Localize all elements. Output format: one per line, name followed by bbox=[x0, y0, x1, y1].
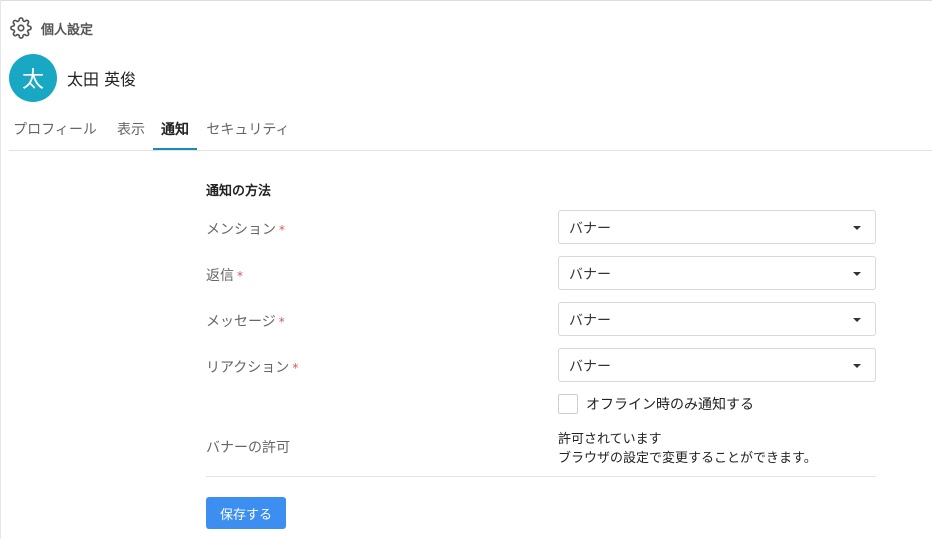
offline-only-label: オフライン時のみ通知する bbox=[586, 397, 754, 413]
save-button[interactable]: 保存する bbox=[206, 497, 286, 529]
message-select[interactable]: バナー bbox=[558, 302, 876, 336]
required-mark: * bbox=[278, 315, 285, 329]
reply-label-text: 返信 bbox=[206, 268, 234, 284]
required-mark: * bbox=[237, 269, 243, 283]
message-label: メッセージ * bbox=[206, 311, 285, 331]
required-mark: * bbox=[279, 223, 285, 237]
reply-select-value: バナー bbox=[569, 267, 611, 283]
page-title: 個人設定 bbox=[41, 22, 94, 38]
chevron-down-icon bbox=[853, 226, 861, 230]
chevron-down-icon bbox=[853, 364, 861, 368]
page-header: 個人設定 bbox=[10, 17, 93, 39]
mention-select-value: バナー bbox=[569, 221, 611, 237]
mention-label: メンション * bbox=[206, 219, 285, 239]
offline-only-option: オフライン時のみ通知する bbox=[558, 394, 754, 414]
message-select-value: バナー bbox=[569, 313, 611, 329]
user-info: 太 太田 英俊 bbox=[9, 54, 136, 102]
gear-icon bbox=[10, 17, 32, 39]
reply-select[interactable]: バナー bbox=[558, 256, 876, 290]
reaction-label-text: リアクション bbox=[206, 360, 290, 376]
top-border bbox=[0, 0, 932, 1]
reaction-select[interactable]: バナー bbox=[558, 348, 876, 382]
user-name: 太田 英俊 bbox=[67, 70, 137, 89]
banner-permission-status: 許可されています bbox=[558, 432, 662, 447]
section-title: 通知の方法 bbox=[206, 184, 272, 199]
chevron-down-icon bbox=[853, 318, 861, 322]
mention-label-text: メンション bbox=[206, 222, 276, 238]
message-label-text: メッセージ bbox=[206, 314, 276, 330]
reply-label: 返信 * bbox=[206, 265, 243, 285]
chevron-down-icon bbox=[853, 272, 861, 276]
tab-display[interactable]: 表示 bbox=[111, 112, 151, 148]
required-mark: * bbox=[292, 361, 299, 375]
banner-permission-hint: ブラウザの設定で変更することができます。 bbox=[558, 451, 817, 466]
tab-notifications[interactable]: 通知 bbox=[153, 112, 197, 150]
settings-tabs: プロフィール 表示 通知 セキュリティ bbox=[9, 112, 932, 151]
offline-only-checkbox[interactable] bbox=[558, 394, 578, 414]
reaction-select-value: バナー bbox=[569, 359, 611, 375]
divider bbox=[206, 476, 876, 477]
reaction-label: リアクション * bbox=[206, 357, 298, 377]
mention-select[interactable]: バナー bbox=[558, 210, 876, 244]
tab-profile[interactable]: プロフィール bbox=[9, 112, 101, 148]
banner-permission-label: バナーの許可 bbox=[206, 440, 290, 456]
avatar: 太 bbox=[9, 54, 57, 102]
tab-security[interactable]: セキュリティ bbox=[202, 112, 294, 148]
left-border bbox=[0, 0, 1, 539]
